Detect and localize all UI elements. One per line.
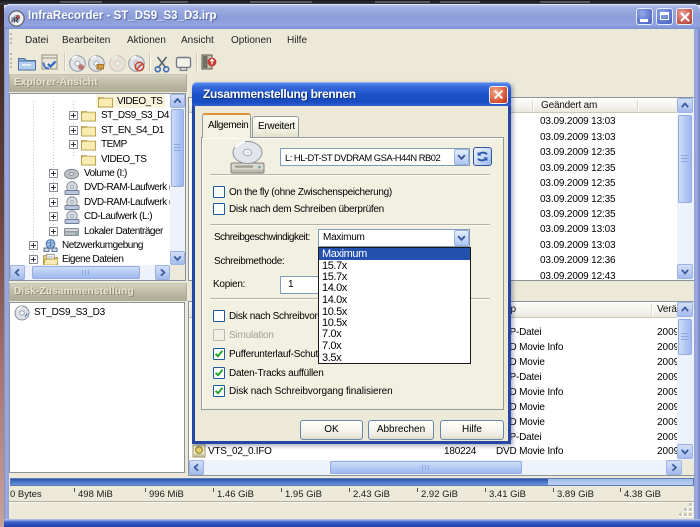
svg-text:iR: iR [11, 16, 19, 25]
